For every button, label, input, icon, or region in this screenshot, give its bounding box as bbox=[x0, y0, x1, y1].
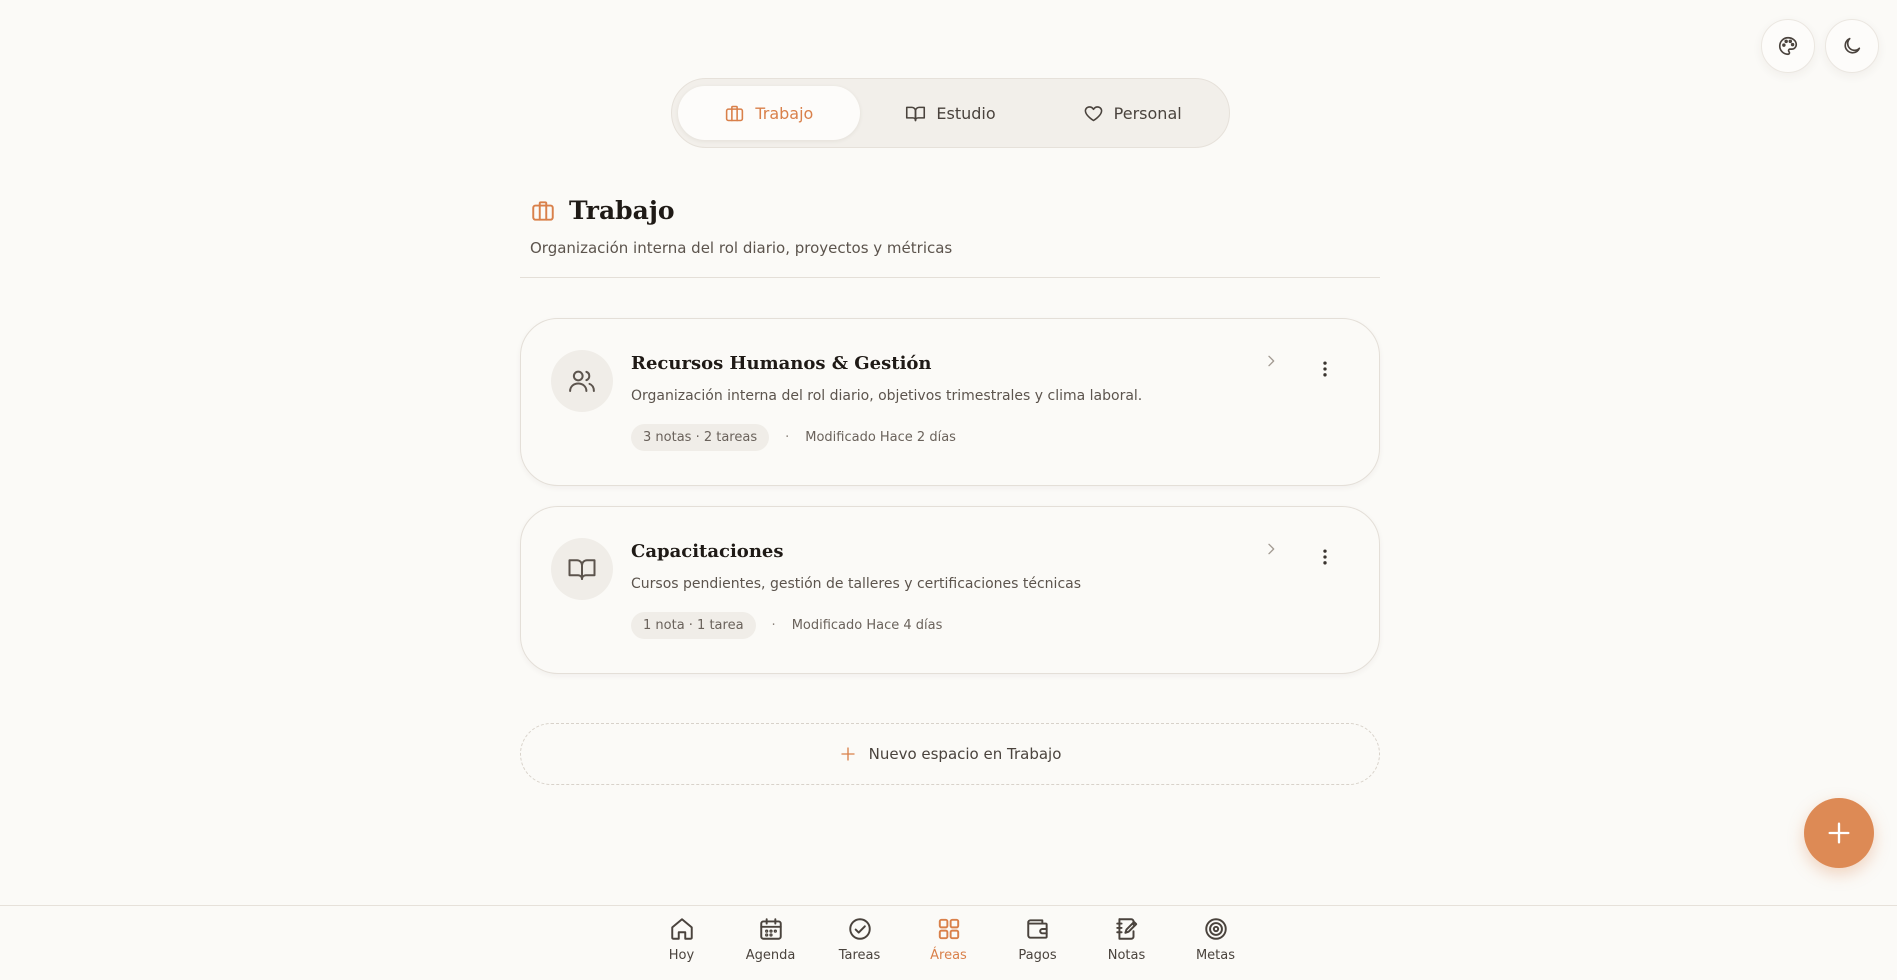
space-counts-badge: 3 notas · 2 tareas bbox=[631, 424, 770, 451]
target-icon bbox=[1204, 918, 1227, 940]
meta-separator: · bbox=[785, 430, 790, 445]
nav-label: Metas bbox=[1195, 948, 1236, 963]
briefcase-icon bbox=[726, 105, 744, 121]
nav-label: Notas bbox=[1107, 948, 1146, 963]
divider bbox=[520, 277, 1380, 278]
briefcase-icon bbox=[532, 200, 554, 221]
home-icon bbox=[670, 918, 693, 940]
space-title: Capacitaciones bbox=[631, 541, 784, 562]
chevron-right-icon[interactable] bbox=[1263, 353, 1279, 369]
nav-item-pagos[interactable]: Pagos bbox=[993, 916, 1082, 963]
nav-item-agenda[interactable]: Agenda bbox=[726, 916, 815, 963]
notebook-icon bbox=[1115, 918, 1137, 940]
section-title-row: Trabajo bbox=[530, 196, 1380, 225]
space-modified: Modificado Hace 4 días bbox=[791, 618, 943, 633]
moon-icon bbox=[1844, 37, 1861, 54]
space-title: Recursos Humanos & Gestión bbox=[631, 353, 932, 374]
nav-label: Áreas bbox=[930, 948, 967, 963]
meta-separator: · bbox=[771, 618, 776, 633]
tab-label: Estudio bbox=[936, 103, 996, 123]
calendar-icon bbox=[759, 918, 782, 940]
add-fab-button[interactable] bbox=[1804, 798, 1874, 868]
nav-label: Tareas bbox=[838, 948, 881, 963]
tab-personal[interactable]: Personal bbox=[1041, 86, 1223, 140]
book-open-icon bbox=[906, 106, 926, 121]
space-icon-badge bbox=[551, 350, 613, 412]
users-icon bbox=[569, 370, 595, 392]
nav-item-hoy[interactable]: Hoy bbox=[637, 916, 726, 963]
new-space-button[interactable]: Nuevo espacio en Trabajo bbox=[520, 723, 1380, 785]
grid-icon bbox=[938, 918, 959, 940]
plus-icon bbox=[840, 747, 855, 761]
tab-label: Personal bbox=[1113, 103, 1182, 123]
nav-item-metas[interactable]: Metas bbox=[1171, 916, 1260, 963]
nav-label: Pagos bbox=[1018, 948, 1057, 963]
dark-mode-button[interactable] bbox=[1825, 19, 1879, 73]
palette-icon bbox=[1779, 36, 1798, 56]
space-card-capacitaciones[interactable]: Capacitaciones Cursos pendientes, gestió… bbox=[520, 506, 1380, 674]
page-subtitle: Organización interna del rol diario, pro… bbox=[530, 239, 953, 257]
nav-item-notas[interactable]: Notas bbox=[1082, 916, 1171, 963]
bottom-nav: Hoy Agenda Tareas Áreas Pagos Notas Meta… bbox=[0, 905, 1897, 980]
top-actions bbox=[1761, 19, 1879, 73]
area-tabs: Trabajo Estudio Personal bbox=[671, 78, 1230, 148]
space-meta: 3 notas · 2 tareas · Modificado Hace 2 d… bbox=[631, 424, 956, 451]
space-description: Cursos pendientes, gestión de talleres y… bbox=[631, 576, 1082, 592]
wallet-icon bbox=[1026, 919, 1048, 939]
more-options-icon[interactable] bbox=[1315, 359, 1335, 379]
chevron-right-icon[interactable] bbox=[1263, 541, 1279, 557]
nav-item-tareas[interactable]: Tareas bbox=[815, 916, 904, 963]
space-card-recursos-humanos[interactable]: Recursos Humanos & Gestión Organización … bbox=[520, 318, 1380, 486]
bottom-nav-items: Hoy Agenda Tareas Áreas Pagos Notas Meta… bbox=[637, 916, 1260, 963]
more-options-icon[interactable] bbox=[1315, 547, 1335, 567]
heart-icon bbox=[1084, 105, 1103, 121]
space-meta: 1 nota · 1 tarea · Modificado Hace 4 día… bbox=[631, 612, 942, 639]
space-description: Organización interna del rol diario, obj… bbox=[631, 388, 1143, 404]
book-open-icon bbox=[568, 559, 596, 580]
nav-label: Agenda bbox=[745, 948, 796, 963]
tab-trabajo[interactable]: Trabajo bbox=[678, 86, 860, 140]
theme-palette-button[interactable] bbox=[1761, 19, 1815, 73]
space-icon-badge bbox=[551, 538, 613, 600]
tab-label: Trabajo bbox=[755, 103, 814, 123]
new-space-label: Nuevo espacio en Trabajo bbox=[868, 745, 1062, 763]
nav-label: Hoy bbox=[668, 948, 695, 963]
plus-icon bbox=[1828, 822, 1850, 844]
space-counts-badge: 1 nota · 1 tarea bbox=[631, 612, 756, 639]
page-title: Trabajo bbox=[569, 196, 675, 225]
section-header: Trabajo Organización interna del rol dia… bbox=[530, 196, 1380, 257]
nav-item-areas[interactable]: Áreas bbox=[904, 916, 993, 963]
check-circle-icon bbox=[848, 918, 871, 940]
space-modified: Modificado Hace 2 días bbox=[805, 430, 956, 445]
tab-estudio[interactable]: Estudio bbox=[860, 86, 1042, 140]
